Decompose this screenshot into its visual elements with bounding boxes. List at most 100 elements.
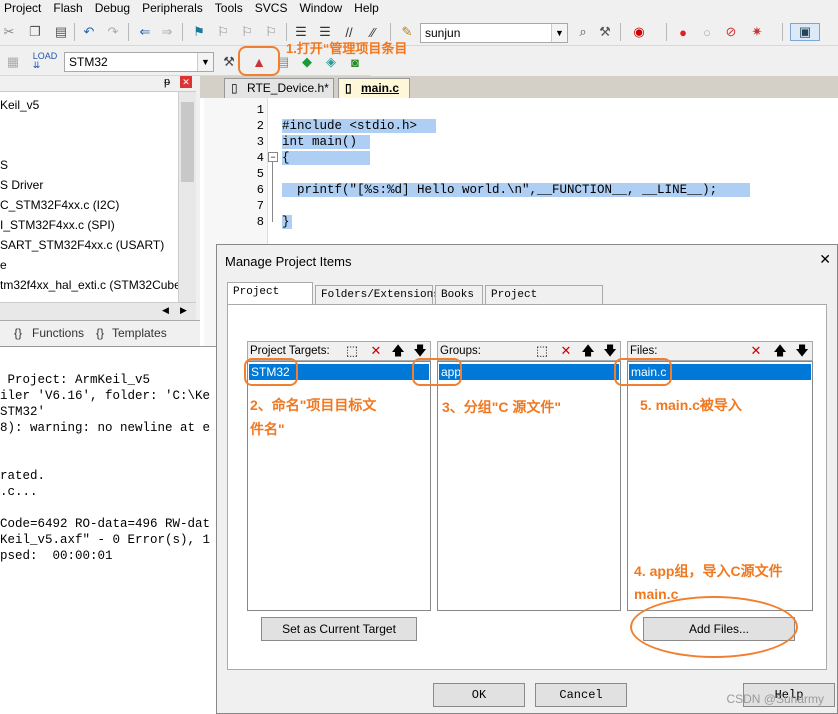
menu-tools[interactable]: Tools (211, 1, 251, 15)
tree-item[interactable]: e (0, 258, 7, 272)
menu-window[interactable]: Window (295, 1, 350, 15)
delete-icon[interactable]: ✕ (368, 343, 384, 359)
move-up-icon[interactable]: 🡅 (390, 343, 406, 359)
menu-svcs[interactable]: SVCS (251, 1, 296, 15)
next-bookmark-icon[interactable]: ⚐ (238, 23, 256, 41)
tab-rte-device[interactable]: ▯ RTE_Device.h* (224, 78, 334, 98)
forward-icon[interactable]: ⇒ (158, 23, 176, 41)
tree-item[interactable]: S (0, 158, 8, 172)
user-combo[interactable]: sunjun ▼ (420, 23, 568, 43)
tab-main-c[interactable]: ▯ main.c (338, 78, 410, 98)
cut-icon[interactable]: ✂ (0, 23, 18, 41)
debug-session-icon[interactable]: ◉ (630, 23, 648, 41)
arrow-left-icon[interactable]: ◀ (162, 305, 169, 316)
translate-icon[interactable]: ▦ (4, 53, 22, 71)
group-item[interactable]: app (439, 364, 619, 380)
target-combo[interactable]: STM32 ▼ (64, 52, 214, 72)
targets-label: Project Targets: (250, 345, 330, 357)
menu-debug[interactable]: Debug (91, 1, 138, 15)
move-up-icon[interactable]: 🡅 (772, 343, 788, 359)
arrow-right-icon[interactable]: ▶ (180, 305, 187, 316)
cancel-button[interactable]: Cancel (535, 683, 627, 707)
build-line: Project: ArmKeil_v5 (0, 373, 151, 387)
pin-icon[interactable]: ᵽ (164, 76, 170, 88)
ok-button[interactable]: OK (433, 683, 525, 707)
options-for-target-icon[interactable]: ⚒ (220, 53, 238, 71)
tab-folders-extensions[interactable]: Folders/Extensions (315, 285, 440, 305)
prev-bookmark-icon[interactable]: ⚐ (214, 23, 232, 41)
load-download-icon[interactable]: LOAD ⇊ (33, 52, 58, 70)
tree-item[interactable]: I_STM32F4xx.c (SPI) (0, 218, 115, 232)
annotation-step-4-cont: main.c (634, 586, 679, 602)
bookmark-icon[interactable]: ⚑ (190, 23, 208, 41)
highlight-ring (238, 46, 280, 76)
line-number: 1 (256, 103, 264, 117)
delete-icon[interactable]: ✕ (558, 343, 574, 359)
settings-gear-icon[interactable]: ✷ (748, 23, 766, 41)
close-icon[interactable]: ✕ (819, 251, 831, 268)
move-down-icon[interactable]: 🡇 (412, 343, 428, 359)
highlight-ellipse (630, 596, 798, 658)
highlight-ring (244, 358, 298, 386)
tree-item[interactable]: Keil_v5 (0, 98, 39, 112)
h-scrollbar[interactable]: ◀ ▶ (0, 302, 196, 320)
redo-icon[interactable]: ↷ (104, 23, 122, 41)
editor-tab-bar: ▯ RTE_Device.h* ▯ main.c (200, 76, 838, 98)
window-layout-icon[interactable]: ▣ (790, 23, 820, 41)
fold-icon[interactable]: − (268, 152, 278, 162)
menu-flash[interactable]: Flash (49, 1, 90, 15)
delete-icon[interactable]: ✕ (748, 343, 764, 359)
move-down-icon[interactable]: 🡇 (602, 343, 618, 359)
menu-help[interactable]: Help (350, 1, 387, 15)
tree-item[interactable]: C_STM32F4xx.c (I2C) (0, 198, 119, 212)
build-line: Keil_v5.axf" - 0 Error(s), 1 (0, 533, 211, 547)
set-current-target-button[interactable]: Set as Current Target (261, 617, 417, 641)
project-panel-header: ᵽ ✕ (0, 76, 196, 92)
clear-bookmarks-icon[interactable]: ⚐ (262, 23, 280, 41)
scrollbar[interactable] (178, 92, 196, 302)
tab-books[interactable]: Books (435, 285, 483, 305)
tree-item[interactable]: SART_STM32F4xx.c (USART) (0, 238, 164, 252)
breakpoint-icon[interactable]: ● (674, 23, 692, 41)
copy-icon[interactable]: ❐ (26, 23, 44, 41)
tab-label: RTE_Device.h* (247, 81, 329, 95)
build-line: Code=6492 RO-data=496 RW-dat (0, 517, 211, 531)
tab-project-info-layer[interactable]: Project Info/Layer (485, 285, 603, 319)
incremental-find-icon[interactable]: ⚒ (596, 23, 614, 41)
line-number: 5 (256, 167, 264, 181)
undo-icon[interactable]: ↶ (80, 23, 98, 41)
build-output: Project: ArmKeil_v5 iler 'V6.16', folder… (0, 346, 216, 714)
move-up-icon[interactable]: 🡅 (580, 343, 596, 359)
find-icon[interactable]: ⌕ (574, 23, 592, 41)
watermark: CSDN @Sunarmy (726, 692, 824, 706)
menu-bar: Project Flash Debug Peripherals Tools SV… (0, 0, 838, 16)
templates-icon: {} (96, 326, 105, 340)
annotation-step-3: 3、分组"C 源文件" (442, 399, 562, 415)
chevron-down-icon: ▼ (551, 24, 567, 42)
file-icon: ▯ (345, 81, 352, 95)
paste-icon[interactable]: ▤ (52, 23, 70, 41)
move-down-icon[interactable]: 🡇 (794, 343, 810, 359)
user-combo-value: sunjun (425, 26, 461, 40)
disable-breakpoint-icon[interactable]: ○ (698, 23, 716, 41)
tree-item[interactable]: S Driver (0, 178, 43, 192)
tree-item[interactable]: tm32f4xx_hal_exti.c (STM32Cube H (0, 278, 193, 292)
back-icon[interactable]: ⇐ (136, 23, 154, 41)
new-icon[interactable]: ⬚ (344, 343, 360, 359)
scrollbar-thumb[interactable] (181, 102, 194, 182)
menu-project[interactable]: Project (0, 1, 49, 15)
new-icon[interactable]: ⬚ (534, 343, 550, 359)
build-line: 8): warning: no newline at e (0, 421, 211, 435)
annotation-step-5: 5. main.c被导入 (640, 397, 742, 413)
menu-peripherals[interactable]: Peripherals (138, 1, 211, 15)
kill-breakpoints-icon[interactable]: ⊘ (722, 23, 740, 41)
annotation-step-2: 2、命名"项目目标文 (250, 397, 377, 413)
tab-project-items[interactable]: Project Items (227, 282, 313, 316)
fold-line (272, 162, 273, 222)
highlight-ring (412, 358, 462, 386)
tab-functions[interactable]: Functions (32, 326, 84, 340)
dialog-title: Manage Project Items (225, 254, 352, 269)
close-icon[interactable]: ✕ (180, 76, 192, 88)
tab-templates[interactable]: Templates (112, 326, 167, 340)
groups-label: Groups: (440, 345, 481, 357)
